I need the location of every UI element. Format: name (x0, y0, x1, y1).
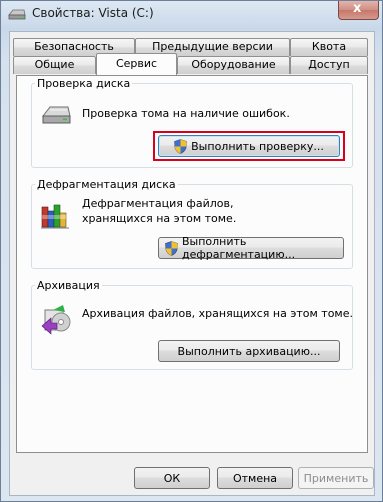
dialog-client: Безопасность Предыдущие версии Квота Общ… (9, 31, 375, 496)
tools-tab-panel: Проверка диска Проверка тома на наличие … (16, 75, 368, 453)
backup-now-button[interactable]: Выполнить архивацию... (158, 340, 340, 362)
window-title: Свойства: Vista (C:) (32, 6, 154, 20)
cancel-button[interactable]: Отмена (217, 467, 293, 489)
title-bar[interactable]: Свойства: Vista (C:) x (1, 1, 382, 29)
uac-shield-icon (165, 240, 178, 256)
properties-window: Свойства: Vista (C:) x Безопасность Пред… (0, 0, 383, 502)
tab-hardware[interactable]: Оборудование (177, 56, 290, 74)
tab-quota[interactable]: Квота (290, 38, 368, 56)
apply-label: Применить (303, 471, 369, 485)
tab-tools[interactable]: Сервис (96, 53, 177, 75)
backup-icon (41, 305, 71, 335)
backup-now-label: Выполнить архивацию... (177, 344, 321, 358)
defrag-now-label: Выполнить дефрагментацию... (182, 235, 296, 261)
drive-icon (8, 9, 26, 20)
close-icon: x (353, 1, 362, 16)
disk-drive-icon (41, 106, 71, 124)
ok-button[interactable]: ОК (134, 467, 210, 489)
backup-title: Архивация (35, 279, 102, 292)
defrag-now-button[interactable]: Выполнить дефрагментацию... (158, 235, 344, 261)
tab-sharing[interactable]: Доступ (290, 56, 368, 74)
tab-general[interactable]: Общие (13, 56, 96, 74)
uac-shield-icon (174, 138, 187, 154)
close-button[interactable]: x (338, 1, 379, 20)
check-now-button[interactable]: Выполнить проверку... (158, 135, 340, 157)
apply-button[interactable]: Применить (298, 467, 374, 489)
defrag-icon (41, 204, 69, 229)
check-now-label: Выполнить проверку... (191, 139, 324, 153)
ok-label: ОК (163, 471, 181, 485)
backup-description: Архивация файлов, хранящихся на этом том… (82, 307, 353, 320)
check-disk-description: Проверка тома на наличие ошибок. (82, 107, 290, 120)
cancel-label: Отмена (232, 471, 278, 485)
defrag-description: Дефрагментация файлов, хранящихся на это… (82, 197, 237, 225)
defrag-title: Дефрагментация диска (35, 178, 178, 191)
check-disk-title: Проверка диска (35, 77, 133, 90)
